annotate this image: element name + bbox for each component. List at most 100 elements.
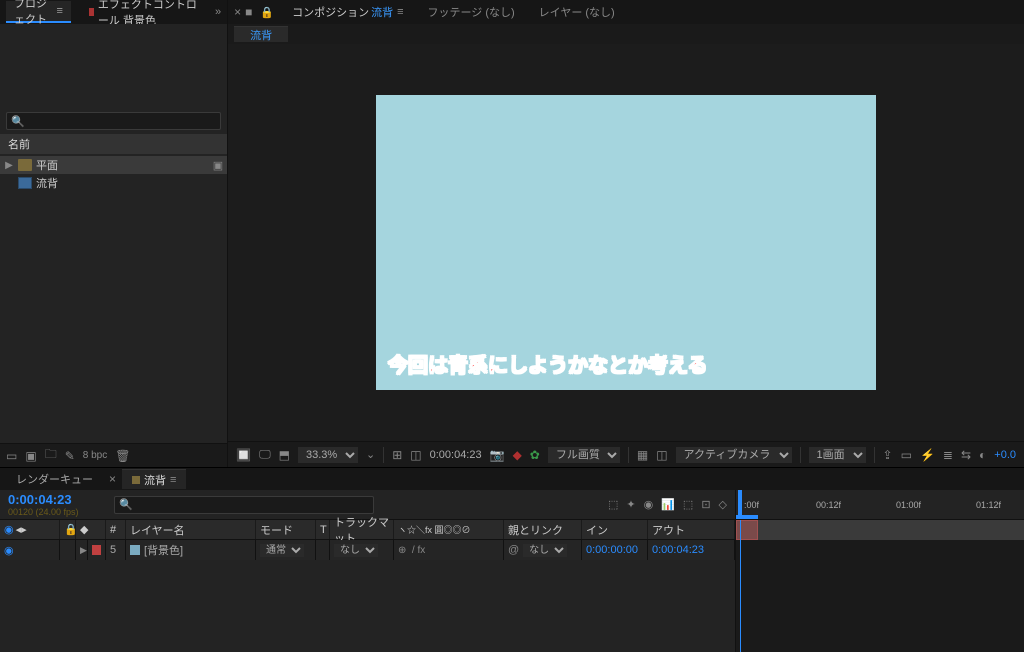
lock-icon[interactable]: 🔒 — [260, 6, 274, 19]
project-search-input[interactable] — [6, 112, 221, 130]
work-area-strip[interactable] — [736, 520, 1024, 540]
layer-switches[interactable]: ⊕ / fx — [394, 540, 504, 560]
timeline-track-area[interactable] — [736, 520, 1024, 652]
guides-icon[interactable]: ◫ — [656, 448, 667, 462]
trash-icon[interactable]: 🗑 — [115, 449, 130, 463]
matte-dropdown[interactable]: なし — [334, 544, 378, 557]
label-color-icon[interactable] — [92, 545, 101, 555]
tab-footage[interactable]: フッテージ (なし) — [418, 1, 525, 23]
comp-chip-label: 流背 — [250, 27, 272, 43]
switches-header[interactable]: ヽ☆＼fx 圓◎◎⊘ — [394, 520, 504, 539]
timeline-layer-row[interactable]: ◉ ▶ 5 [背景色] 通常 なし ⊕ / fx @ なし 0:00:00:00 — [0, 540, 735, 560]
shy-icon[interactable]: ⬚ — [608, 498, 618, 511]
composition-canvas[interactable]: 今回は青系にしようかなとか考える — [376, 95, 876, 390]
tab-timeline-comp[interactable]: 流背 ≡ — [122, 469, 186, 489]
hamburger-icon[interactable]: ≡ — [170, 474, 176, 486]
playhead-line[interactable] — [740, 520, 741, 652]
interpret-footage-icon[interactable]: ▭ — [6, 449, 17, 463]
views-dropdown[interactable]: 1画面 — [809, 447, 866, 463]
caption-overlay: 今回は青系にしようかなとか考える — [388, 349, 707, 378]
layer-out[interactable]: 0:00:04:23 — [648, 540, 735, 560]
t-header[interactable]: T — [316, 520, 330, 539]
tab-project[interactable]: プロジェクト ≡ — [6, 1, 71, 23]
num-header[interactable]: # — [106, 520, 126, 539]
hamburger-icon[interactable]: ≡ — [56, 5, 62, 17]
frame-blend-icon[interactable]: ✦ — [626, 498, 635, 511]
zoom-dropdown[interactable]: 33.3% — [298, 447, 358, 463]
eye-icon[interactable]: ◉ — [4, 544, 14, 557]
layer-in[interactable]: 0:00:00:00 — [582, 540, 648, 560]
in-header[interactable]: イン — [582, 520, 648, 539]
fast-preview-icon[interactable]: ⚡ — [920, 448, 935, 462]
motion-blur-icon[interactable]: ◉ — [644, 498, 654, 511]
preview-time[interactable]: 0:00:04:23 — [430, 449, 482, 461]
comp-chip-icon — [132, 476, 140, 484]
monitor-icon[interactable]: 🖵 — [259, 447, 271, 462]
resolution-icon[interactable]: ⊞ — [392, 448, 402, 462]
quality-dropdown[interactable]: フル画質 — [548, 447, 620, 463]
tab-layer[interactable]: レイヤー (なし) — [529, 1, 625, 23]
panel-overflow-icon[interactable]: » — [215, 6, 221, 18]
exposure-reset-icon[interactable]: ◐ — [979, 448, 986, 462]
timecode-sub: 00120 (24.00 fps) — [8, 507, 100, 517]
time-ruler[interactable]: :00f 00:12f 01:00f 01:12f — [736, 490, 1024, 520]
mode-dropdown[interactable]: 通常 — [260, 544, 304, 557]
mode-header[interactable]: モード — [256, 520, 316, 539]
tab-composition[interactable]: コンポジション 流背 ≡ — [282, 1, 413, 23]
draft3d-icon[interactable]: ⬚ — [683, 498, 693, 511]
camera-dropdown[interactable]: アクティブカメラ — [676, 447, 792, 463]
parent-header[interactable]: 親とリンク — [504, 520, 582, 539]
mask-icon[interactable]: ⬒ — [279, 448, 290, 462]
graph-editor-icon[interactable]: 📊 — [661, 498, 675, 511]
layer-name: [背景色] — [144, 542, 183, 558]
folder-icon — [18, 159, 32, 171]
color-icon[interactable]: ✿ — [530, 448, 540, 462]
tab-comp-prefix: コンポジション — [292, 4, 369, 20]
snapshot-icon[interactable]: 📷 — [490, 448, 505, 462]
settings-icon[interactable]: ✎ — [65, 449, 75, 463]
bpc-label[interactable]: 8 bpc — [83, 450, 107, 461]
switch-icon[interactable]: ⊡ — [701, 498, 710, 511]
magnify-icon[interactable]: 🔲 — [236, 448, 251, 462]
project-item-comp[interactable]: 流背 — [0, 174, 227, 192]
zoom-chevron-icon: ⌄ — [366, 448, 375, 461]
timeline-search-input[interactable] — [114, 496, 374, 514]
tab-render-queue[interactable]: レンダーキュー — [6, 469, 103, 489]
flowchart-icon[interactable]: ⇆ — [961, 448, 971, 462]
grid-icon[interactable]: ▦ — [637, 448, 648, 462]
project-item-label: 平面 — [36, 157, 58, 173]
channel-icon[interactable]: ◆ — [513, 448, 522, 462]
project-column-name[interactable]: 名前 — [0, 134, 227, 154]
timeline-panel: レンダーキュー × 流背 ≡ 0:00:04:23 00120 (24.00 f… — [0, 467, 1024, 652]
exposure-value[interactable]: +0.0 — [994, 449, 1016, 461]
track-matte-header[interactable]: トラックマット — [330, 520, 394, 539]
marker-icon[interactable]: ◇ — [719, 498, 727, 511]
comp-breadcrumb[interactable]: 流背 — [234, 26, 288, 42]
pickwhip-icon[interactable]: @ — [508, 544, 519, 556]
timeline-icon[interactable]: ≣ — [943, 448, 953, 462]
close-tab-icon[interactable]: × — [234, 5, 241, 19]
hamburger-icon[interactable]: ≡ — [397, 6, 403, 18]
roi-icon[interactable]: ◫ — [410, 448, 421, 462]
project-item-folder[interactable]: ▶ 平面 ▣ — [0, 156, 227, 174]
new-folder-icon[interactable]: 🗀 — [45, 445, 57, 466]
out-header[interactable]: アウト — [648, 520, 735, 539]
composition-icon — [18, 177, 32, 189]
pixel-aspect-icon[interactable]: ▭ — [901, 448, 912, 462]
ruler-tick: 00:12f — [816, 500, 841, 510]
red-chip-icon — [89, 8, 94, 16]
chevron-right-icon[interactable]: ▶ — [4, 160, 14, 171]
viewer-panel: × ■ 🔒 コンポジション 流背 ≡ フッテージ (なし) レイヤー (なし) … — [228, 0, 1024, 467]
current-timecode[interactable]: 0:00:04:23 — [8, 492, 100, 507]
work-area-bar[interactable] — [736, 515, 758, 519]
parent-dropdown[interactable]: なし — [523, 544, 567, 557]
viewer-canvas-area[interactable]: 今回は青系にしようかなとか考える — [228, 44, 1024, 441]
solid-icon — [130, 545, 140, 555]
share-icon[interactable]: ⇪ — [883, 448, 893, 462]
chevron-right-icon[interactable]: ▶ — [80, 545, 87, 556]
lock-header: 🔒 — [60, 520, 76, 539]
new-comp-icon[interactable]: ▣ — [25, 449, 36, 463]
tab-effect-controls[interactable]: エフェクトコントロール 背景色 — [81, 1, 205, 23]
close-tab-icon[interactable]: × — [109, 472, 116, 486]
layer-name-header[interactable]: レイヤー名 — [126, 520, 256, 539]
